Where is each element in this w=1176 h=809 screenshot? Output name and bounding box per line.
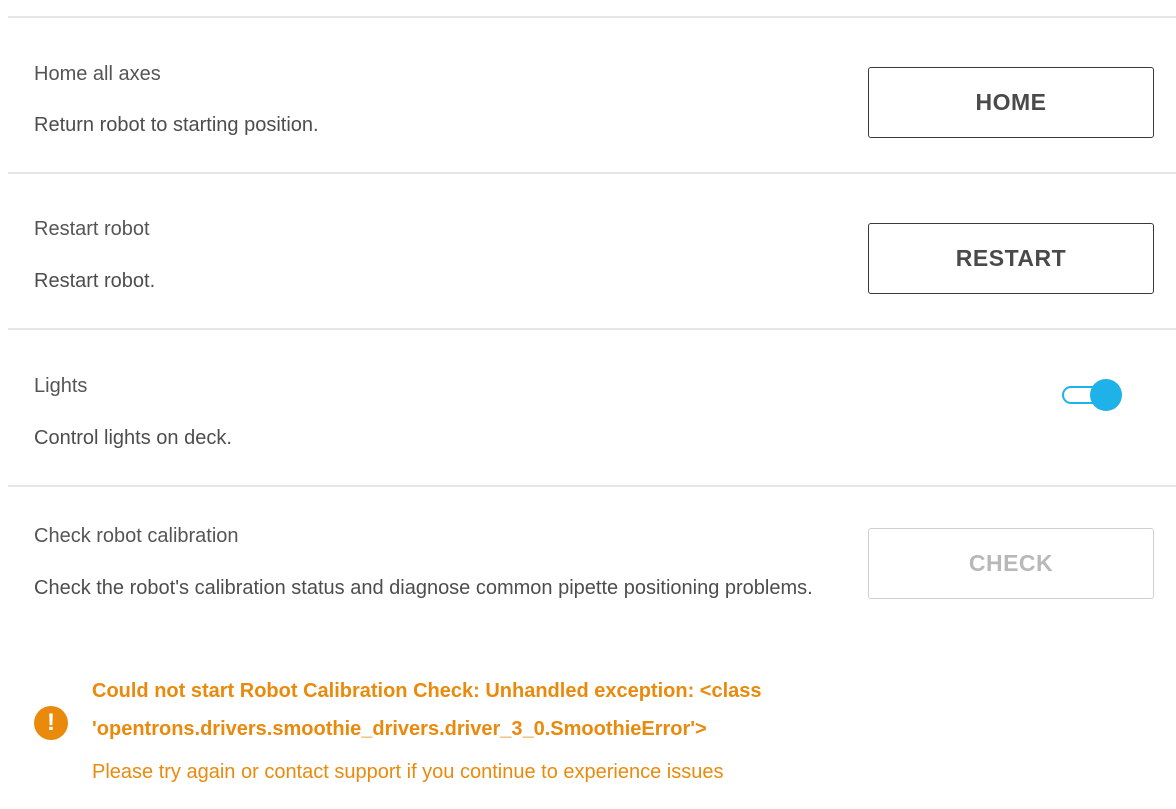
lights-description: Control lights on deck. xyxy=(34,427,232,449)
restart-description: Restart robot. xyxy=(34,270,156,292)
exclamation-icon: ! xyxy=(34,706,68,740)
check-button[interactable]: CHECK xyxy=(868,528,1154,599)
restart-button[interactable]: RESTART xyxy=(868,223,1154,294)
section-divider xyxy=(8,16,1176,18)
home-title: Home all axes xyxy=(34,63,161,85)
section-divider xyxy=(8,328,1176,330)
section-divider xyxy=(8,485,1176,487)
section-divider xyxy=(8,172,1176,174)
home-description: Return robot to starting position. xyxy=(34,114,319,136)
calibration-description: Check the robot's calibration status and… xyxy=(34,577,813,599)
error-message: Please try again or contact support if y… xyxy=(92,761,724,783)
home-button[interactable]: HOME xyxy=(868,67,1154,138)
lights-title: Lights xyxy=(34,375,88,397)
toggle-knob xyxy=(1090,379,1122,411)
calibration-title: Check robot calibration xyxy=(34,525,239,547)
restart-title: Restart robot xyxy=(34,218,150,240)
lights-toggle[interactable] xyxy=(1060,379,1124,411)
error-title: Could not start Robot Calibration Check:… xyxy=(92,680,762,740)
